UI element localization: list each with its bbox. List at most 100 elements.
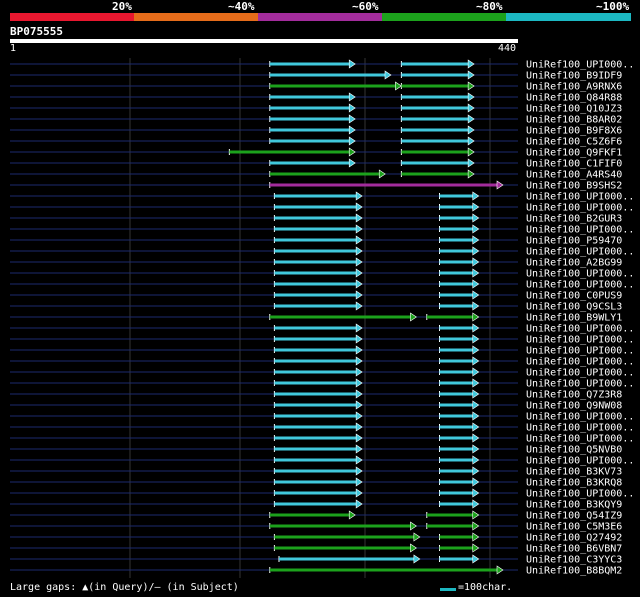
hit-name[interactable]: UniRef100_UPI000.. <box>526 489 634 500</box>
hit-name[interactable]: UniRef100_Q10JZ3 <box>526 104 622 115</box>
hit-row[interactable]: UniRef100_C3YYC3 <box>10 554 622 566</box>
hit-name[interactable]: UniRef100_C3YYC3 <box>526 555 622 566</box>
hit-name[interactable]: UniRef100_B3KRQ8 <box>526 478 622 489</box>
hit-row[interactable]: UniRef100_Q9CSL3 <box>10 301 622 313</box>
hit-name[interactable]: UniRef100_B9F8X6 <box>526 126 622 137</box>
hit-row[interactable]: UniRef100_UPI000.. <box>10 488 634 500</box>
hit-name[interactable]: UniRef100_B3KV73 <box>526 467 622 478</box>
hit-name[interactable]: UniRef100_P59470 <box>526 236 622 247</box>
hit-row[interactable]: UniRef100_UPI000.. <box>10 356 634 368</box>
hit-name[interactable]: UniRef100_A2BG99 <box>526 258 622 269</box>
hit-row[interactable]: UniRef100_Q54IZ9 <box>10 510 622 522</box>
hit-row[interactable]: UniRef100_Q5NVB0 <box>10 444 622 456</box>
hit-name[interactable]: UniRef100_Q9NW08 <box>526 401 622 412</box>
hit-name[interactable]: UniRef100_UPI000.. <box>526 423 634 434</box>
hit-row[interactable]: UniRef100_C5M3E6 <box>10 521 622 533</box>
segment-arrow-icon <box>472 268 480 278</box>
hit-row[interactable]: UniRef100_UPI000.. <box>10 411 634 423</box>
hit-row[interactable]: UniRef100_UPI000.. <box>10 378 634 390</box>
hit-row[interactable]: UniRef100_UPI000.. <box>10 433 634 445</box>
hit-row[interactable]: UniRef100_B8BQM2 <box>10 565 622 577</box>
hit-name[interactable]: UniRef100_UPI000.. <box>526 192 634 203</box>
hit-name[interactable]: UniRef100_UPI000.. <box>526 225 634 236</box>
hit-name[interactable]: UniRef100_Q54IZ9 <box>526 511 622 522</box>
hit-row[interactable]: UniRef100_C0PUS9 <box>10 290 622 302</box>
hit-row[interactable]: UniRef100_P59470 <box>10 235 622 247</box>
hit-name[interactable]: UniRef100_Q27492 <box>526 533 622 544</box>
hit-row[interactable]: UniRef100_Q27492 <box>10 532 622 544</box>
hit-name[interactable]: UniRef100_B9IDF9 <box>526 71 622 82</box>
hit-row[interactable]: UniRef100_B9F8X6 <box>10 125 622 137</box>
hit-name[interactable]: UniRef100_UPI000.. <box>526 269 634 280</box>
hit-row[interactable]: UniRef100_UPI000.. <box>10 323 634 335</box>
hit-name[interactable]: UniRef100_UPI000.. <box>526 335 634 346</box>
hit-row[interactable]: UniRef100_Q7Z3R8 <box>10 389 622 401</box>
hit-name[interactable]: UniRef100_UPI000.. <box>526 434 634 445</box>
hit-name[interactable]: UniRef100_C5Z6F6 <box>526 137 622 148</box>
hit-name[interactable]: UniRef100_B9WLY1 <box>526 313 622 324</box>
hit-name[interactable]: UniRef100_B2GUR3 <box>526 214 622 225</box>
hit-name[interactable]: UniRef100_Q9FKF1 <box>526 148 622 159</box>
hit-row[interactable]: UniRef100_UPI000.. <box>10 455 634 467</box>
hit-name[interactable]: UniRef100_B9SHS2 <box>526 181 622 192</box>
hit-row[interactable]: UniRef100_UPI000.. <box>10 279 634 291</box>
hit-row[interactable]: UniRef100_A4RS40 <box>10 169 622 181</box>
hit-name[interactable]: UniRef100_UPI000.. <box>526 368 634 379</box>
hit-name[interactable]: UniRef100_UPI000.. <box>526 346 634 357</box>
hit-row[interactable]: UniRef100_UPI000.. <box>10 334 634 346</box>
hit-row[interactable]: UniRef100_UPI000.. <box>10 345 634 357</box>
hit-row[interactable]: UniRef100_UPI000.. <box>10 202 634 214</box>
hit-name[interactable]: UniRef100_C0PUS9 <box>526 291 622 302</box>
hit-row[interactable]: UniRef100_C1FIF0 <box>10 158 622 170</box>
hit-row[interactable]: UniRef100_C5Z6F6 <box>10 136 622 148</box>
hit-row[interactable]: UniRef100_UPI000.. <box>10 59 634 71</box>
hit-row[interactable]: UniRef100_B2GUR3 <box>10 213 622 225</box>
segment-arrow-icon <box>472 499 480 509</box>
hit-name[interactable]: UniRef100_A4RS40 <box>526 170 622 181</box>
alignment-segment <box>439 381 474 385</box>
hit-row[interactable]: UniRef100_Q9NW08 <box>10 400 622 412</box>
hit-row[interactable]: UniRef100_B9IDF9 <box>10 70 622 82</box>
hit-row[interactable]: UniRef100_Q9FKF1 <box>10 147 622 159</box>
hit-name[interactable]: UniRef100_C1FIF0 <box>526 159 622 170</box>
hit-name[interactable]: UniRef100_B8AR02 <box>526 115 622 126</box>
segment-arrow-icon <box>472 202 480 212</box>
hit-row[interactable]: UniRef100_A2BG99 <box>10 257 622 269</box>
hit-row[interactable]: UniRef100_UPI000.. <box>10 246 634 258</box>
alignment-segment <box>274 304 358 308</box>
hit-name[interactable]: UniRef100_B6VBN7 <box>526 544 622 555</box>
hit-name[interactable]: UniRef100_B8BQM2 <box>526 566 622 577</box>
hit-row[interactable]: UniRef100_B6VBN7 <box>10 543 622 555</box>
hit-name[interactable]: UniRef100_C5M3E6 <box>526 522 622 533</box>
hit-name[interactable]: UniRef100_Q5NVB0 <box>526 445 622 456</box>
hit-row[interactable]: UniRef100_UPI000.. <box>10 191 634 203</box>
hit-row[interactable]: UniRef100_A9RNX6 <box>10 81 622 93</box>
hit-name[interactable]: UniRef100_A9RNX6 <box>526 82 622 93</box>
hit-row[interactable]: UniRef100_UPI000.. <box>10 422 634 434</box>
hit-row[interactable]: UniRef100_B3KQY9 <box>10 499 622 511</box>
hit-row[interactable]: UniRef100_B9WLY1 <box>10 312 622 324</box>
hit-row[interactable]: UniRef100_UPI000.. <box>10 224 634 236</box>
hit-name[interactable]: UniRef100_UPI000.. <box>526 357 634 368</box>
hit-name[interactable]: UniRef100_UPI000.. <box>526 412 634 423</box>
hit-row[interactable]: UniRef100_B3KRQ8 <box>10 477 622 489</box>
hit-name[interactable]: UniRef100_Q7Z3R8 <box>526 390 622 401</box>
hit-row[interactable]: UniRef100_UPI000.. <box>10 268 634 280</box>
hit-name[interactable]: UniRef100_UPI000.. <box>526 379 634 390</box>
segment-arrow-icon <box>355 224 363 234</box>
hit-name[interactable]: UniRef100_B3KQY9 <box>526 500 622 511</box>
hit-name[interactable]: UniRef100_UPI000.. <box>526 247 634 258</box>
hit-name[interactable]: UniRef100_Q9CSL3 <box>526 302 622 313</box>
hit-row[interactable]: UniRef100_B3KV73 <box>10 466 622 478</box>
hit-name[interactable]: UniRef100_Q84R88 <box>526 93 622 104</box>
hit-row[interactable]: UniRef100_UPI000.. <box>10 367 634 379</box>
hit-name[interactable]: UniRef100_UPI000.. <box>526 280 634 291</box>
hit-name[interactable]: UniRef100_UPI000.. <box>526 324 634 335</box>
hit-name[interactable]: UniRef100_UPI000.. <box>526 60 634 71</box>
hit-row[interactable]: UniRef100_B8AR02 <box>10 114 622 126</box>
hit-row[interactable]: UniRef100_B9SHS2 <box>10 180 622 192</box>
hit-name[interactable]: UniRef100_UPI000.. <box>526 456 634 467</box>
hit-row[interactable]: UniRef100_Q84R88 <box>10 92 622 104</box>
hit-row[interactable]: UniRef100_Q10JZ3 <box>10 103 622 115</box>
hit-name[interactable]: UniRef100_UPI000.. <box>526 203 634 214</box>
